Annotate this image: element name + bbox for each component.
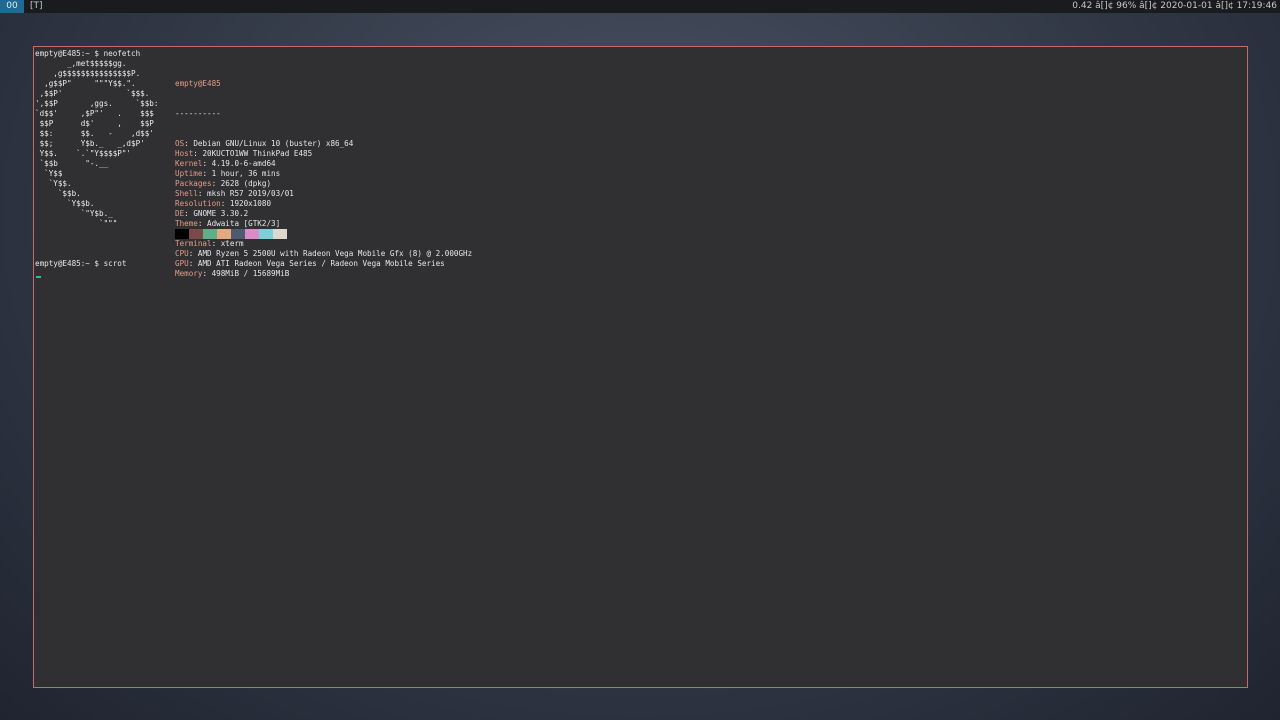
text-cursor (36, 276, 41, 278)
info-colon: : (188, 249, 198, 258)
info-row: CPU: AMD Ryzen 5 2500U with Radeon Vega … (175, 249, 472, 259)
logo-line: ,g$$P" """Y$$.". (35, 79, 136, 88)
info-key: Packages (175, 179, 212, 188)
info-value: 498MiB / 15689MiB (211, 269, 290, 278)
logo-line: `"Y$b._ (35, 209, 113, 218)
info-value: xterm (220, 239, 244, 248)
info-colon: : (211, 239, 221, 248)
logo-line: $$; Y$b._ _,d$P' (35, 139, 145, 148)
info-row: Terminal: xterm (175, 239, 472, 249)
info-key: CPU (175, 249, 189, 258)
logo-line: ',$$P ,ggs. `$$b: (35, 99, 159, 108)
logo-line: `Y$$b. (35, 199, 95, 208)
info-value: 2628 (dpkg) (220, 179, 272, 188)
color-swatch (245, 229, 259, 239)
info-row: OS: Debian GNU/Linux 10 (buster) x86_64 (175, 139, 472, 149)
info-row: Memory: 498MiB / 15689MiB (175, 269, 472, 279)
info-row: Resolution: 1920x1080 (175, 199, 472, 209)
color-swatches (175, 229, 287, 239)
info-colon: : (197, 189, 208, 198)
info-key: Resolution (175, 199, 221, 208)
terminal-window[interactable]: empty@E485:~ $ neofetch _,met$$$$$gg. ,g… (33, 46, 1248, 688)
logo-line: $$P d$' , $$P (35, 119, 154, 128)
info-colon: : (202, 159, 212, 168)
info-row: DE: GNOME 3.30.2 (175, 209, 472, 219)
command-prompt-scrot: empty@E485:~ $ scrot (35, 259, 127, 268)
logo-line: `Y$$. (35, 179, 72, 188)
logo-line: $$: $$. - ,d$$' (35, 129, 154, 138)
info-value: AMD Ryzen 5 2500U with Radeon Vega Mobil… (197, 249, 473, 258)
logo-line: _,met$$$$$gg. (35, 59, 127, 68)
info-value: 1920x1080 (229, 199, 272, 208)
info-key: DE (175, 209, 185, 218)
info-key: Terminal (175, 239, 212, 248)
logo-line: `$$b. (35, 189, 81, 198)
workspace-indicator[interactable]: 00 (0, 0, 24, 13)
logo-line: ,$$P' `$$$. (35, 89, 150, 98)
logo-line: ,g$$$$$$$$$$$$$$$P. (35, 69, 141, 78)
info-value: 20KUCTO1WW ThinkPad E485 (202, 149, 313, 158)
info-colon: : (202, 269, 212, 278)
command-prompt-neofetch: empty@E485:~ $ neofetch (35, 49, 141, 58)
info-value: Debian GNU/Linux 10 (buster) x86_64 (193, 139, 354, 148)
info-colon: : (197, 219, 208, 228)
logo-line: `d$$' ,$P"' . $$$ (35, 109, 154, 118)
info-key: OS (175, 139, 185, 148)
info-row: Uptime: 1 hour, 36 mins (175, 169, 472, 179)
info-separator: ---------- (175, 109, 221, 118)
info-colon: : (184, 209, 194, 218)
info-key: GPU (175, 259, 189, 268)
info-colon: : (211, 179, 221, 188)
info-row: Host: 20KUCTO1WW ThinkPad E485 (175, 149, 472, 159)
color-swatch (203, 229, 217, 239)
info-colon: : (184, 139, 194, 148)
info-value: mksh R57 2019/03/01 (207, 189, 294, 198)
info-value: 4.19.0-6-amd64 (211, 159, 276, 168)
status-text: 0.42 â[]¢ 96% â[]¢ 2020-01-01 â[]¢ 17:19… (1072, 1, 1277, 11)
info-row: GPU: AMD ATI Radeon Vega Series / Radeon… (175, 259, 472, 269)
info-key: Memory (175, 269, 203, 278)
info-value: Adwaita [GTK2/3] (207, 219, 281, 228)
info-key: Kernel (175, 159, 203, 168)
info-key: Shell (175, 189, 198, 198)
info-colon: : (188, 259, 198, 268)
info-user-host: empty@E485 (175, 79, 221, 88)
info-row: Kernel: 4.19.0-6-amd64 (175, 159, 472, 169)
info-key: Host (175, 149, 194, 158)
top-bar: 00 [T] 0.42 â[]¢ 96% â[]¢ 2020-01-01 â[]… (0, 0, 1280, 13)
info-row: Theme: Adwaita [GTK2/3] (175, 219, 472, 229)
info-value: AMD ATI Radeon Vega Series / Radeon Vega… (197, 259, 445, 268)
logo-line: `""" (35, 219, 118, 228)
debian-ascii-logo: _,met$$$$$gg. ,g$$$$$$$$$$$$$$$P. ,g$$P"… (35, 59, 158, 229)
logo-line: `Y$$ (35, 169, 63, 178)
color-swatch (231, 229, 245, 239)
color-swatch (217, 229, 231, 239)
color-swatch (189, 229, 203, 239)
color-swatch (175, 229, 189, 239)
info-row: Packages: 2628 (dpkg) (175, 179, 472, 189)
info-key: Uptime (175, 169, 203, 178)
color-swatch (259, 229, 273, 239)
info-key: Theme (175, 219, 198, 228)
info-value: GNOME 3.30.2 (193, 209, 249, 218)
info-lines: OS: Debian GNU/Linux 10 (buster) x86_64 H… (175, 139, 472, 279)
info-row: Shell: mksh R57 2019/03/01 (175, 189, 472, 199)
layout-indicator[interactable]: [T] (30, 0, 43, 13)
logo-line: `$$b "-.__ (35, 159, 109, 168)
color-swatch (273, 229, 287, 239)
logo-line: Y$$. `.`"Y$$$$P"' (35, 149, 132, 158)
info-value: 1 hour, 36 mins (211, 169, 281, 178)
system-info: empty@E485 ---------- OS: Debian GNU/Lin… (175, 59, 472, 299)
info-colon: : (220, 199, 230, 208)
info-colon: : (202, 169, 212, 178)
